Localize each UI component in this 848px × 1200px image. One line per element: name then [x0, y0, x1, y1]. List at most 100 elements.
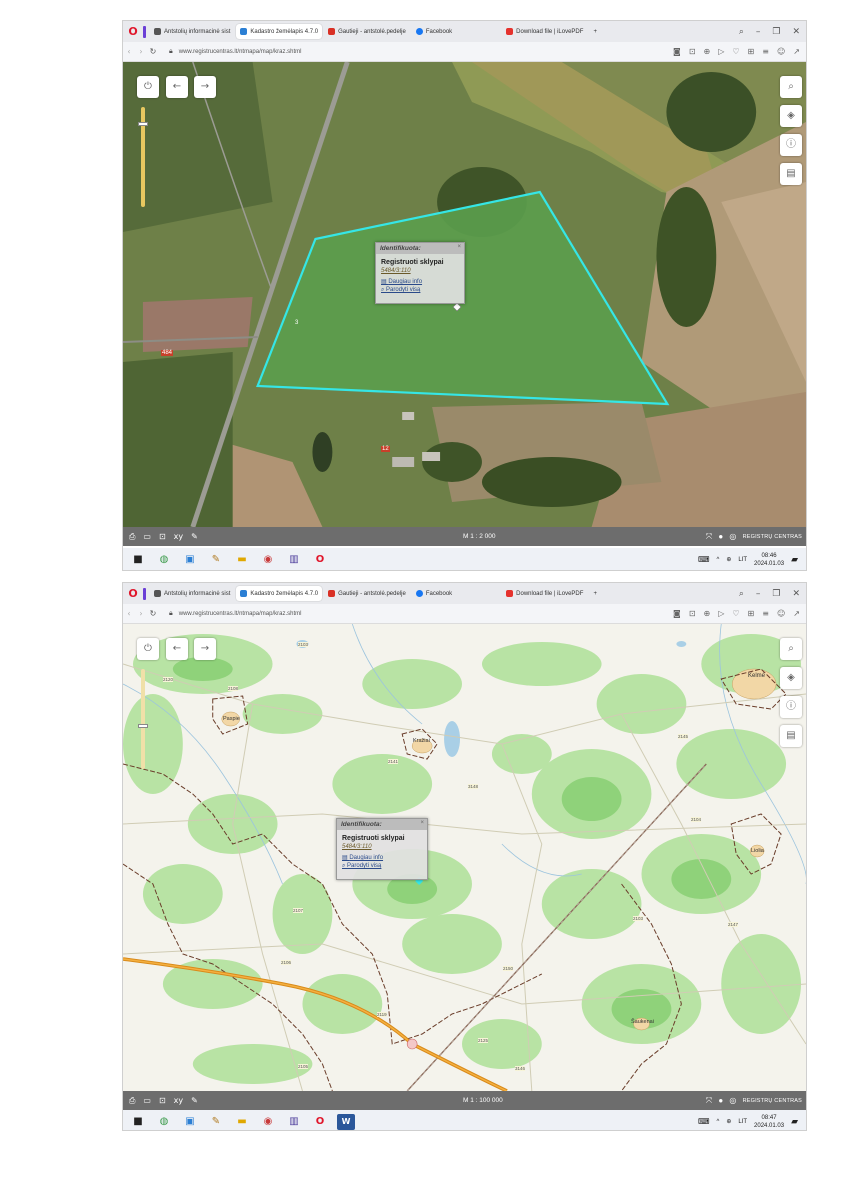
extensions-icon[interactable]: ⊞: [748, 47, 755, 56]
library-app-icon[interactable]: ▥: [285, 552, 303, 568]
language-indicator[interactable]: LIT: [738, 1119, 747, 1125]
forward-icon[interactable]: ›: [135, 609, 147, 618]
tool-app-icon[interactable]: ✎: [207, 1114, 225, 1130]
info-button[interactable]: ⓘ: [780, 134, 802, 156]
layers-button[interactable]: ◈: [780, 105, 802, 127]
info-button[interactable]: ⓘ: [780, 696, 802, 718]
snapshot-icon[interactable]: ⊡: [689, 47, 696, 56]
back-icon[interactable]: ‹: [123, 47, 135, 56]
minimize-icon[interactable]: –: [756, 589, 761, 599]
paint-app-icon[interactable]: ◉: [259, 1114, 277, 1130]
show-all-link[interactable]: ⌕ Parodyti visą: [342, 863, 422, 870]
search-tabs-icon[interactable]: ⌕: [739, 589, 744, 599]
url-field[interactable]: www.registrucentras.lt/ntmapa/map/kraz.s…: [179, 49, 673, 55]
network-icon[interactable]: ⊕: [726, 1118, 731, 1125]
camera-icon[interactable]: ◙: [673, 609, 681, 618]
tab-gmail[interactable]: Gautieji - antstolė.pedelje: [324, 24, 410, 39]
photos-app-icon[interactable]: ▣: [181, 1114, 199, 1130]
select-icon[interactable]: ⊡: [159, 532, 166, 542]
parcel-id-link[interactable]: 5484/3:110: [381, 268, 459, 274]
legend-button[interactable]: ▤: [780, 725, 802, 747]
map-search-button[interactable]: ⌕: [780, 638, 802, 660]
clock[interactable]: 08:46 2024.01.03: [754, 552, 784, 568]
share-icon[interactable]: ↗: [793, 609, 800, 618]
edit-icon[interactable]: ✎: [191, 532, 198, 542]
share-icon[interactable]: ↗: [793, 47, 800, 56]
notification-icon[interactable]: ▰: [791, 1116, 798, 1127]
close-icon[interactable]: ×: [420, 820, 424, 826]
select-icon[interactable]: ⊡: [159, 1096, 166, 1106]
restore-icon[interactable]: ❐: [772, 589, 780, 599]
show-all-link[interactable]: ⌕ Parodyti visą: [381, 287, 459, 294]
word-app-icon[interactable]: W: [337, 1113, 355, 1130]
windows-start-icon[interactable]: ■: [129, 552, 147, 568]
history-forward-button[interactable]: →: [194, 638, 216, 660]
measure-icon[interactable]: ▭: [143, 1096, 151, 1106]
tab-facebook[interactable]: Facebook: [412, 24, 456, 39]
menu-icon[interactable]: ≡: [762, 609, 769, 618]
tab-ilovepdf[interactable]: Download file | iLovePDF: [502, 586, 587, 601]
tab-gmail[interactable]: Gautieji - antstolė.pedelje: [324, 586, 410, 601]
back-icon[interactable]: ‹: [123, 609, 135, 618]
minimize-icon[interactable]: –: [756, 27, 761, 37]
reload-icon[interactable]: ↻: [147, 609, 159, 618]
more-info-link[interactable]: ▤ Daugiau info: [342, 854, 422, 861]
fullscreen-icon[interactable]: ⤧: [706, 532, 713, 542]
close-icon[interactable]: ×: [457, 244, 461, 250]
chevron-up-icon[interactable]: ^: [717, 1119, 720, 1125]
tab-antstoliu[interactable]: Antstolių informacinė sist: [150, 24, 234, 39]
close-icon[interactable]: ✕: [792, 27, 800, 37]
more-info-link[interactable]: ▤ Daugiau info: [381, 278, 459, 285]
measure-icon[interactable]: ▭: [143, 532, 151, 542]
close-icon[interactable]: ✕: [792, 589, 800, 599]
chat-icon[interactable]: ●: [718, 1096, 723, 1105]
shield-icon[interactable]: ♡: [732, 609, 739, 618]
notification-icon[interactable]: ▰: [791, 554, 798, 565]
layers-button[interactable]: ◈: [780, 667, 802, 689]
zoom-slider-knob[interactable]: [138, 122, 148, 126]
home-button[interactable]: ⏻: [137, 76, 159, 98]
keyboard-icon[interactable]: ⌨: [698, 555, 710, 564]
history-back-button[interactable]: ←: [166, 638, 188, 660]
new-tab-button[interactable]: +: [589, 586, 601, 601]
folder-icon[interactable]: ▬: [233, 1114, 251, 1130]
chevron-up-icon[interactable]: ^: [717, 557, 720, 563]
reload-icon[interactable]: ↻: [147, 47, 159, 56]
print-icon[interactable]: ⎙: [129, 1096, 135, 1106]
map-search-button[interactable]: ⌕: [780, 76, 802, 98]
chat-icon[interactable]: ●: [718, 532, 723, 541]
folder-icon[interactable]: ▬: [233, 552, 251, 568]
extensions-icon[interactable]: ⊞: [748, 609, 755, 618]
tab-ilovepdf[interactable]: Download file | iLovePDF: [502, 24, 587, 39]
new-tab-button[interactable]: +: [589, 24, 601, 39]
zoom-slider-knob[interactable]: [138, 724, 148, 728]
legend-button[interactable]: ▤: [780, 163, 802, 185]
menu-icon[interactable]: ≡: [762, 47, 769, 56]
url-field[interactable]: www.registrucentras.lt/ntmapa/map/kraz.s…: [179, 611, 673, 617]
restore-icon[interactable]: ❐: [772, 27, 780, 37]
tool-app-icon[interactable]: ✎: [207, 552, 225, 568]
tab-facebook[interactable]: Facebook: [412, 586, 456, 601]
earth-app-icon[interactable]: ◍: [155, 1114, 173, 1130]
language-indicator[interactable]: LIT: [738, 557, 747, 563]
network-icon[interactable]: ⊕: [726, 556, 731, 563]
paint-app-icon[interactable]: ◉: [259, 552, 277, 568]
opera-taskbar-icon[interactable]: O: [311, 552, 329, 568]
forward-icon[interactable]: ›: [135, 47, 147, 56]
windows-start-icon[interactable]: ■: [129, 1114, 147, 1130]
fullscreen-icon[interactable]: ⤧: [706, 1096, 713, 1106]
opera-logo-icon[interactable]: O: [127, 587, 139, 600]
history-back-button[interactable]: ←: [166, 76, 188, 98]
earth-app-icon[interactable]: ◍: [155, 552, 173, 568]
zoom-icon[interactable]: ⊕: [704, 609, 711, 618]
map-canvas-orthophoto[interactable]: 3 484 12 ⏻ ← → ⌕ ◈ ⓘ ▤ Identifikuota: × …: [123, 62, 806, 527]
history-forward-button[interactable]: →: [194, 76, 216, 98]
zoom-icon[interactable]: ⊕: [704, 47, 711, 56]
parcel-id-link[interactable]: 5484/3:110: [342, 844, 422, 850]
library-app-icon[interactable]: ▥: [285, 1114, 303, 1130]
zoom-slider[interactable]: [141, 669, 145, 769]
opera-taskbar-icon[interactable]: O: [311, 1114, 329, 1130]
keyboard-icon[interactable]: ⌨: [698, 1117, 710, 1126]
coordinates-icon[interactable]: xy: [174, 1096, 183, 1106]
profile-icon[interactable]: ☺: [777, 609, 785, 618]
